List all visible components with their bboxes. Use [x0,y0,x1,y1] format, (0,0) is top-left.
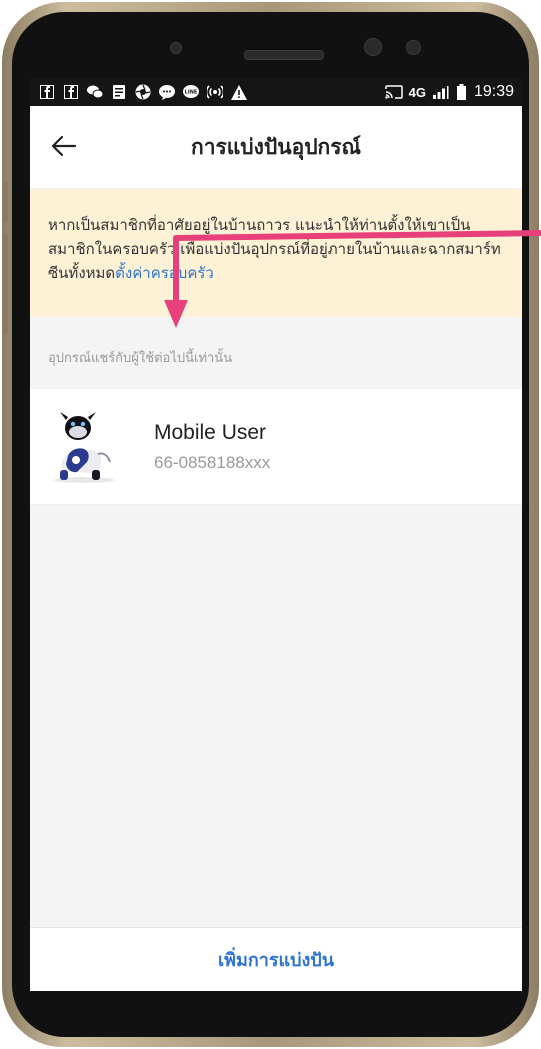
section-header: อุปกรณ์แชร์กับผู้ใช้ต่อไปนี้เท่านั้น [30,317,522,389]
sensor-icon [170,42,182,54]
hotspot-icon [206,84,224,100]
volume-button [2,182,8,222]
earpiece-speaker [244,50,324,60]
status-time: 19:39 [473,83,514,100]
back-arrow-icon[interactable] [50,132,78,160]
flash-icon [406,40,421,55]
message-icon [158,84,176,100]
page-title: การแบ่งปันอุปกรณ์ [190,134,361,159]
signal-icon [432,84,450,100]
app-bar: การแบ่งปันอุปกรณ์ [30,106,522,189]
robot-dog-avatar [48,410,118,484]
notes-icon [110,84,128,100]
user-phone: 66-0858188xxx [154,452,271,472]
add-share-button[interactable]: เพิ่มการแบ่งปัน [30,927,522,991]
cast-icon [384,84,403,100]
side-button [2,234,8,334]
facebook-icon [62,84,80,100]
empty-area [30,505,522,931]
svg-text:LINE: LINE [185,89,198,95]
shutter-icon [134,84,152,100]
status-bar: LINE 4G 19:39 [30,78,522,106]
facebook-icon [38,84,56,100]
front-camera-icon [364,38,382,56]
user-name: Mobile User [154,420,267,444]
network-type: 4G [408,84,426,100]
family-notice: หากเป็นสมาชิกที่อาศัยอยู่ในบ้านถาวร แนะน… [30,189,522,317]
battery-icon [456,84,468,100]
phone-screen: LINE 4G 19:39 การแบ่งปันอุปกรณ์ หากเป็นส… [30,78,522,991]
family-settings-link[interactable]: ตั้งค่าครอบครัว [115,264,214,282]
shared-user-row[interactable]: Mobile User 66-0858188xxx [30,389,522,505]
warning-icon [230,84,248,100]
section-label: อุปกรณ์แชร์กับผู้ใช้ต่อไปนี้เท่านั้น [48,351,233,366]
line-icon: LINE [182,84,200,100]
wechat-icon [86,84,104,100]
